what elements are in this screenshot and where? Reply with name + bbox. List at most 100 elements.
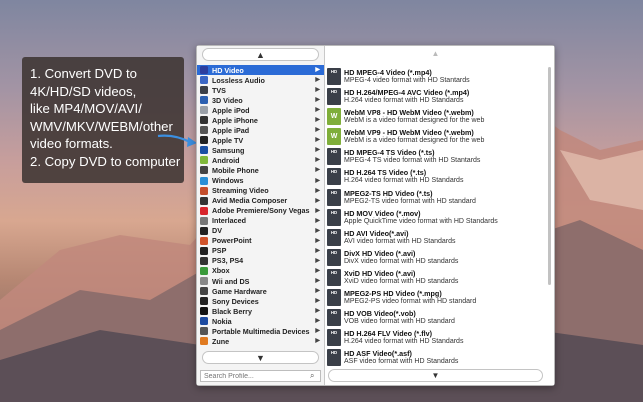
chevron-right-icon: ▶: [315, 137, 320, 144]
category-item[interactable]: Apple iPad ▶: [197, 125, 324, 135]
category-item[interactable]: Mobile Phone ▶: [197, 165, 324, 175]
category-item[interactable]: Adobe Premiere/Sony Vegas ▶: [197, 206, 324, 216]
blackberry-icon: [200, 307, 208, 316]
category-item[interactable]: Black Berry ▶: [197, 306, 324, 316]
media-player-icon: [200, 327, 208, 336]
chevron-right-icon: ▶: [315, 207, 320, 214]
psp-icon: [200, 246, 208, 255]
chevron-right-icon: ▶: [315, 267, 320, 274]
category-label: Game Hardware: [212, 286, 267, 296]
hd-format-icon: HD: [327, 228, 341, 246]
category-item[interactable]: Apple TV ▶: [197, 135, 324, 145]
playstation-icon: [200, 256, 208, 265]
xbox-icon: [200, 266, 208, 275]
format-item[interactable]: HD HD H.264 TS Video (*.ts) H.264 video fo…: [325, 167, 546, 187]
category-label: PSP: [212, 246, 227, 256]
search-profile-input[interactable]: [200, 370, 321, 382]
chevron-right-icon: ▶: [315, 298, 320, 305]
format-item[interactable]: HD HD VOB Video(*.vob) VOB video format wi…: [325, 308, 546, 328]
chevron-right-icon: ▶: [315, 277, 320, 284]
category-item[interactable]: Apple iPhone ▶: [197, 115, 324, 125]
format-item[interactable]: HD MPEG2-PS HD Video (*.mpg) MPEG2-PS vide…: [325, 288, 546, 308]
category-item[interactable]: Streaming Video ▶: [197, 186, 324, 196]
category-label: 3D Video: [212, 95, 243, 105]
category-item[interactable]: Wii and DS ▶: [197, 276, 324, 286]
category-item[interactable]: Samsung ▶: [197, 145, 324, 155]
format-item[interactable]: HD DivX HD Video (*.avi) DivX video format…: [325, 248, 546, 268]
format-item[interactable]: HD MPEG2-TS HD Video (*.ts) MPEG2-TS video…: [325, 188, 546, 208]
category-item[interactable]: 3D Video ▶: [197, 95, 324, 105]
category-item[interactable]: Portable Multimedia Devices ▶: [197, 326, 324, 336]
category-item[interactable]: Xbox ▶: [197, 266, 324, 276]
category-scroll-up-button[interactable]: ▲: [202, 48, 319, 61]
category-label: Nokia: [212, 316, 232, 326]
category-label: Streaming Video: [212, 186, 269, 196]
format-item[interactable]: HD HD ASF Video(*.asf) ASF video format wi…: [325, 348, 546, 366]
category-item[interactable]: Zune ▶: [197, 336, 324, 346]
format-item[interactable]: HD HD H.264/MPEG-4 AVC Video (*.mp4) H.264…: [325, 87, 546, 107]
chevron-right-icon: ▶: [315, 288, 320, 295]
format-description: MPEG2-PS video format with HD standard: [344, 298, 477, 306]
format-item[interactable]: W WebM VP9 - HD WebM Video (*.webm) WebM i…: [325, 127, 546, 147]
format-item[interactable]: HD HD AVI Video(*.avi) AVI video format wi…: [325, 228, 546, 248]
category-item[interactable]: PSP ▶: [197, 246, 324, 256]
category-label: Apple iPod: [212, 105, 250, 115]
category-label: Samsung: [212, 145, 245, 155]
format-description: H.264 video format with HD Standards: [344, 177, 464, 185]
caption-line: 4K/HD/SD videos,: [30, 83, 137, 99]
category-item[interactable]: DV ▶: [197, 226, 324, 236]
format-item[interactable]: W WebM VP8 - HD WebM Video (*.webm) WebM i…: [325, 107, 546, 127]
category-item[interactable]: Avid Media Composer ▶: [197, 196, 324, 206]
format-item[interactable]: HD HD H.264 FLV Video (*.flv) H.264 video …: [325, 328, 546, 348]
category-item[interactable]: Apple iPod ▶: [197, 105, 324, 115]
chevron-right-icon: ▶: [315, 127, 320, 134]
chevron-right-icon: ▶: [315, 117, 320, 124]
format-description: H.264 video format with HD Standards: [344, 97, 464, 105]
category-label: Lossless Audio: [212, 75, 265, 85]
caption-line: like MP4/MOV/AVI/: [30, 101, 142, 116]
category-item[interactable]: Sony Devices ▶: [197, 296, 324, 306]
category-scroll-down-button[interactable]: ▼: [202, 351, 319, 364]
format-scrollbar[interactable]: [548, 67, 551, 285]
category-item[interactable]: Game Hardware ▶: [197, 286, 324, 296]
format-description: XviD video format with HD standards: [344, 277, 459, 285]
format-item[interactable]: HD HD MPEG-4 TS Video (*.ts) MPEG-4 TS vid…: [325, 147, 546, 167]
sony-icon: [200, 297, 208, 306]
category-label: Interlaced: [212, 216, 246, 226]
format-description: H.264 video format with HD Standards: [344, 338, 464, 346]
category-item[interactable]: PS3, PS4 ▶: [197, 256, 324, 266]
category-label: Wii and DS: [212, 276, 250, 286]
chevron-right-icon: ▶: [315, 77, 320, 84]
hd-format-icon: HD: [327, 329, 341, 347]
format-scroll-down-button[interactable]: ▼: [328, 369, 543, 382]
format-scroll-up-button[interactable]: ▲: [325, 47, 546, 59]
format-item[interactable]: HD HD MOV Video (*.mov) Apple QuickTime vi…: [325, 208, 546, 228]
category-item[interactable]: Windows ▶: [197, 176, 324, 186]
category-item[interactable]: TVS ▶: [197, 85, 324, 95]
format-title: HD MPEG-4 TS Video (*.ts): [344, 148, 435, 158]
chevron-right-icon: ▶: [315, 227, 320, 234]
caption-line: 2. Copy DVD to computer: [30, 153, 181, 169]
category-item[interactable]: Nokia ▶: [197, 316, 324, 326]
3d-icon: [200, 96, 208, 105]
hd-format-icon: HD: [327, 188, 341, 206]
chevron-right-icon: ▶: [315, 67, 320, 73]
music-icon: [200, 76, 208, 85]
category-item[interactable]: HD Video ▶: [197, 65, 324, 76]
category-item[interactable]: Interlaced ▶: [197, 216, 324, 226]
zune-icon: [200, 337, 208, 346]
category-label: Adobe Premiere/Sony Vegas: [212, 206, 310, 216]
format-title: HD AVI Video(*.avi): [344, 228, 409, 238]
chevron-right-icon: ▶: [315, 217, 320, 224]
chevron-right-icon: ▶: [315, 328, 320, 335]
format-item[interactable]: HD HD MPEG-4 Video (*.mp4) MPEG-4 video fo…: [325, 67, 546, 87]
search-icon[interactable]: ⌕: [310, 371, 320, 381]
chevron-right-icon: ▶: [315, 318, 320, 325]
format-item[interactable]: HD XviD HD Video (*.avi) XviD video format…: [325, 268, 546, 288]
category-item[interactable]: PowerPoint ▶: [197, 236, 324, 246]
iphone-icon: [200, 116, 208, 125]
category-item[interactable]: Android ▶: [197, 155, 324, 165]
category-label: Xbox: [212, 266, 230, 276]
category-item[interactable]: Lossless Audio ▶: [197, 75, 324, 85]
dv-icon: [200, 226, 208, 235]
